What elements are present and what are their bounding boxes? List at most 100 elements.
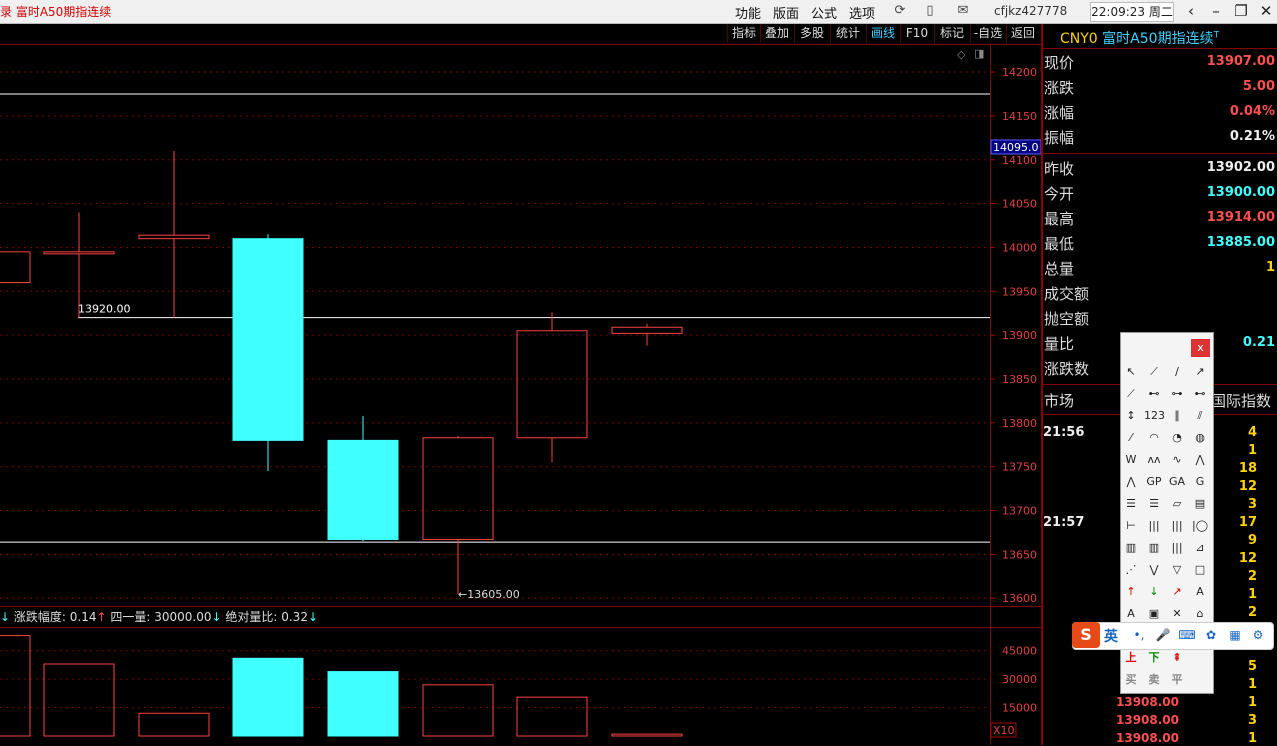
drawing-tool-icon[interactable]: ⊷ (1144, 384, 1164, 404)
drawing-tool-icon[interactable]: ⁄ (1121, 428, 1141, 448)
tab-multi[interactable]: 多股 (794, 24, 829, 43)
palette-trade-label[interactable]: 卖 (1144, 670, 1164, 690)
panel-icon[interactable]: ◨ (974, 47, 984, 60)
tab-mark[interactable]: 标记 (934, 24, 969, 43)
market-right[interactable]: 国际指数 (1211, 390, 1271, 411)
drawing-tool-icon[interactable]: ↗ (1167, 582, 1187, 602)
drawing-tool-icon[interactable]: ☰ (1144, 494, 1164, 514)
drawing-tool-icon[interactable]: A (1190, 582, 1210, 602)
drawing-tool-icon[interactable]: GA (1167, 472, 1187, 492)
drawing-tool-icon[interactable]: A (1121, 604, 1141, 624)
drawing-tool-icon[interactable]: ∥ (1167, 406, 1187, 426)
mic-icon[interactable]: 🎤 (1154, 626, 1172, 644)
drawing-tool-icon[interactable]: □ (1190, 560, 1210, 580)
drawing-tool-icon[interactable]: ↗ (1190, 362, 1210, 382)
drawing-tool-icon[interactable]: ▱ (1167, 494, 1187, 514)
drawing-tool-icon[interactable]: ▣ (1144, 604, 1164, 624)
drawing-tool-icon[interactable]: ↕ (1121, 406, 1141, 426)
close-icon[interactable]: ✕ (1255, 1, 1277, 21)
drawing-tool-icon[interactable]: ⊶ (1167, 384, 1187, 404)
diamond-icon[interactable]: ◇ (957, 48, 965, 61)
drawing-tool-icon[interactable]: GP (1144, 472, 1164, 492)
indicator-volume: 四一量: 30000.00 (110, 610, 212, 624)
palette-trade-label[interactable]: 买 (1121, 670, 1141, 690)
refresh-icon[interactable]: ⟳ (891, 2, 909, 20)
drawing-tool-icon[interactable]: ⋰ (1121, 560, 1141, 580)
drawing-tool-icon[interactable]: ⟋ (1144, 362, 1164, 382)
drawing-tool-icon[interactable]: ◔ (1167, 428, 1187, 448)
menu-layout[interactable]: 版面 (773, 3, 799, 22)
grid-icon[interactable]: ▦ (1226, 626, 1244, 644)
menu-options[interactable]: 选项 (849, 3, 875, 22)
drawing-tool-icon[interactable]: ↑ (1121, 582, 1141, 602)
palette-trade-label[interactable]: 下 (1144, 648, 1164, 668)
phone-icon[interactable]: ▯ (921, 2, 939, 20)
ime-lang[interactable]: 英 (1104, 626, 1118, 646)
drawing-tool-icon[interactable]: ↓ (1144, 582, 1164, 602)
drawing-tool-icon[interactable]: ∕ (1167, 362, 1187, 382)
drawing-tool-icon[interactable]: ◍ (1190, 428, 1210, 448)
menu-function[interactable]: 功能 (735, 3, 761, 22)
drawing-tool-icon[interactable]: ⫽ (1190, 406, 1210, 426)
line-annotation: 13920.00 (78, 303, 131, 316)
drawing-tool-icon[interactable]: ✕ (1167, 604, 1187, 624)
tick-volume: 2 (1247, 569, 1257, 584)
tick-volume: 2 (1247, 605, 1257, 620)
drawing-tool-icon[interactable]: G (1190, 472, 1210, 492)
tab-indicator[interactable]: 指标 (727, 24, 760, 43)
palette-trade-label[interactable]: 平 (1167, 670, 1187, 690)
drawing-tool-icon[interactable]: ||| (1144, 516, 1164, 536)
drawing-tool-icon[interactable]: ||| (1167, 516, 1187, 536)
up-arrow-icon: ↑ (96, 610, 107, 624)
drawing-tool-icon[interactable]: ⟋ (1121, 384, 1141, 404)
quote-label: 涨跌数 (1044, 360, 1090, 378)
drawing-tool-icon[interactable]: ⋁ (1144, 560, 1164, 580)
drawing-tool-icon[interactable]: ☰ (1121, 494, 1141, 514)
quote-label: 抛空额 (1044, 310, 1090, 328)
back-icon[interactable]: ‹ (1180, 1, 1202, 21)
drawing-tool-icon[interactable]: ⊷ (1190, 384, 1210, 404)
drawing-tool-icon[interactable]: ⌂ (1190, 604, 1210, 624)
palette-trade-label[interactable]: ⇞ (1167, 648, 1187, 668)
tools-icon[interactable]: ⚙ (1249, 626, 1267, 644)
tick-volume: 1 (1247, 695, 1257, 710)
drawing-tool-icon[interactable]: ◠ (1144, 428, 1164, 448)
drawing-tool-icon[interactable]: ||| (1167, 538, 1187, 558)
drawing-tool-icon[interactable]: 123 (1144, 406, 1165, 426)
price-tick-label: 14150 (1002, 110, 1037, 123)
down-arrow-icon: ↓ (307, 610, 319, 624)
tab-stats[interactable]: 统计 (830, 24, 865, 43)
keyboard-icon[interactable]: ⌨ (1178, 626, 1196, 644)
ime-logo[interactable]: S (1072, 622, 1100, 648)
drawing-tool-icon[interactable]: ▥ (1121, 538, 1141, 558)
mail-icon[interactable]: ✉ (954, 2, 972, 20)
drawing-tool-icon[interactable]: ⊿ (1190, 538, 1210, 558)
kline-chart[interactable]: 14200 14150 14100 14050 14000 13950 13900 13850… (0, 44, 1041, 745)
tab-overlay[interactable]: 叠加 (760, 24, 793, 43)
drawing-tool-icon[interactable]: ʌʌ (1144, 450, 1164, 470)
skin-icon[interactable]: ✿ (1202, 626, 1220, 644)
punctuation-icon[interactable]: •, (1130, 626, 1148, 644)
drawing-tool-icon[interactable]: ⊢ (1121, 516, 1141, 536)
tab-draw[interactable]: 画线 (866, 24, 899, 43)
drawing-tool-icon[interactable]: ⋀ (1121, 472, 1141, 492)
app-title: 录 富时A50期指连续 (0, 5, 112, 19)
tab-f10[interactable]: F10 (900, 24, 933, 43)
restore-icon[interactable]: ❐ (1230, 1, 1252, 21)
tab-self-select[interactable]: -自选 (970, 24, 1005, 43)
drawing-tool-icon[interactable]: ▤ (1190, 494, 1210, 514)
drawing-tool-icon[interactable]: |◯ (1190, 516, 1210, 536)
low-annotation: ←13605.00 (458, 588, 520, 601)
drawing-tool-icon[interactable]: ⋀ (1190, 450, 1210, 470)
menu-formula[interactable]: 公式 (811, 3, 837, 22)
drawing-tool-icon[interactable]: ∿ (1167, 450, 1187, 470)
tab-return[interactable]: 返回 (1006, 24, 1039, 43)
quote-label: 总量 (1044, 260, 1075, 278)
drawing-tool-icon[interactable]: W (1121, 450, 1141, 470)
palette-trade-label[interactable]: 上 (1121, 648, 1141, 668)
drawing-tool-icon[interactable]: ↖ (1121, 362, 1141, 382)
palette-close-button[interactable]: x (1191, 339, 1210, 357)
minimize-icon[interactable]: – (1205, 1, 1227, 21)
drawing-tool-icon[interactable]: ▽ (1167, 560, 1187, 580)
drawing-tool-icon[interactable]: ▥ (1144, 538, 1164, 558)
